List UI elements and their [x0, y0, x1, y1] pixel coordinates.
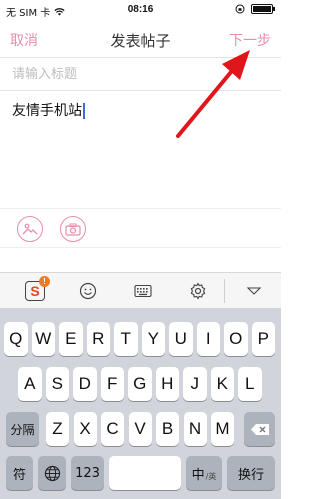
- key-q[interactable]: Q: [4, 322, 28, 356]
- language-key[interactable]: 中/英: [186, 456, 222, 490]
- key-e[interactable]: E: [59, 322, 83, 356]
- key-i[interactable]: I: [196, 322, 220, 356]
- space-key[interactable]: [109, 456, 181, 490]
- collapse-icon[interactable]: [243, 280, 265, 302]
- key-s[interactable]: S: [45, 367, 69, 401]
- toolbar-divider: [224, 279, 225, 303]
- language-key-sub: /英: [205, 471, 217, 481]
- sogou-logo-icon[interactable]: S !: [24, 276, 50, 302]
- key-f[interactable]: F: [100, 367, 124, 401]
- return-key[interactable]: 换行: [227, 456, 275, 490]
- backspace-icon: [250, 423, 269, 435]
- globe-icon: [44, 465, 60, 481]
- key-b[interactable]: B: [156, 412, 179, 446]
- key-g[interactable]: G: [128, 367, 152, 401]
- notification-badge: !: [39, 276, 50, 287]
- key-c[interactable]: C: [101, 412, 124, 446]
- key-m[interactable]: M: [211, 412, 234, 446]
- key-l[interactable]: L: [238, 367, 262, 401]
- key-a[interactable]: A: [18, 367, 42, 401]
- key-h[interactable]: H: [155, 367, 179, 401]
- key-x[interactable]: X: [73, 412, 97, 446]
- delete-key[interactable]: [244, 412, 275, 446]
- symbols-key[interactable]: 符: [6, 456, 33, 490]
- globe-key[interactable]: [38, 456, 66, 490]
- key-u[interactable]: U: [169, 322, 193, 356]
- key-w[interactable]: W: [31, 322, 55, 356]
- key-t[interactable]: T: [114, 322, 138, 356]
- key-r[interactable]: R: [86, 322, 110, 356]
- key-y[interactable]: Y: [141, 322, 165, 356]
- keyboard-toolbar: S !: [0, 272, 281, 308]
- gear-icon[interactable]: [187, 280, 209, 302]
- key-n[interactable]: N: [183, 412, 207, 446]
- key-j[interactable]: J: [183, 367, 207, 401]
- numbers-key[interactable]: 123: [71, 456, 104, 490]
- key-d[interactable]: D: [73, 367, 97, 401]
- key-k[interactable]: K: [210, 367, 234, 401]
- key-z[interactable]: Z: [46, 412, 69, 446]
- key-o[interactable]: O: [224, 322, 248, 356]
- emoji-icon[interactable]: [77, 280, 99, 302]
- language-key-label: 中: [191, 467, 205, 483]
- keyboard: QWERTYUIOP ASDFGHJKL ZXCVBNM 分隔 符 123 中 /…: [0, 308, 281, 499]
- keyboard-icon[interactable]: [132, 280, 154, 302]
- key-p[interactable]: P: [251, 322, 275, 356]
- shift-separator-key[interactable]: 分隔: [6, 412, 39, 446]
- key-v[interactable]: V: [128, 412, 152, 446]
- sogou-logo: S !: [25, 276, 50, 301]
